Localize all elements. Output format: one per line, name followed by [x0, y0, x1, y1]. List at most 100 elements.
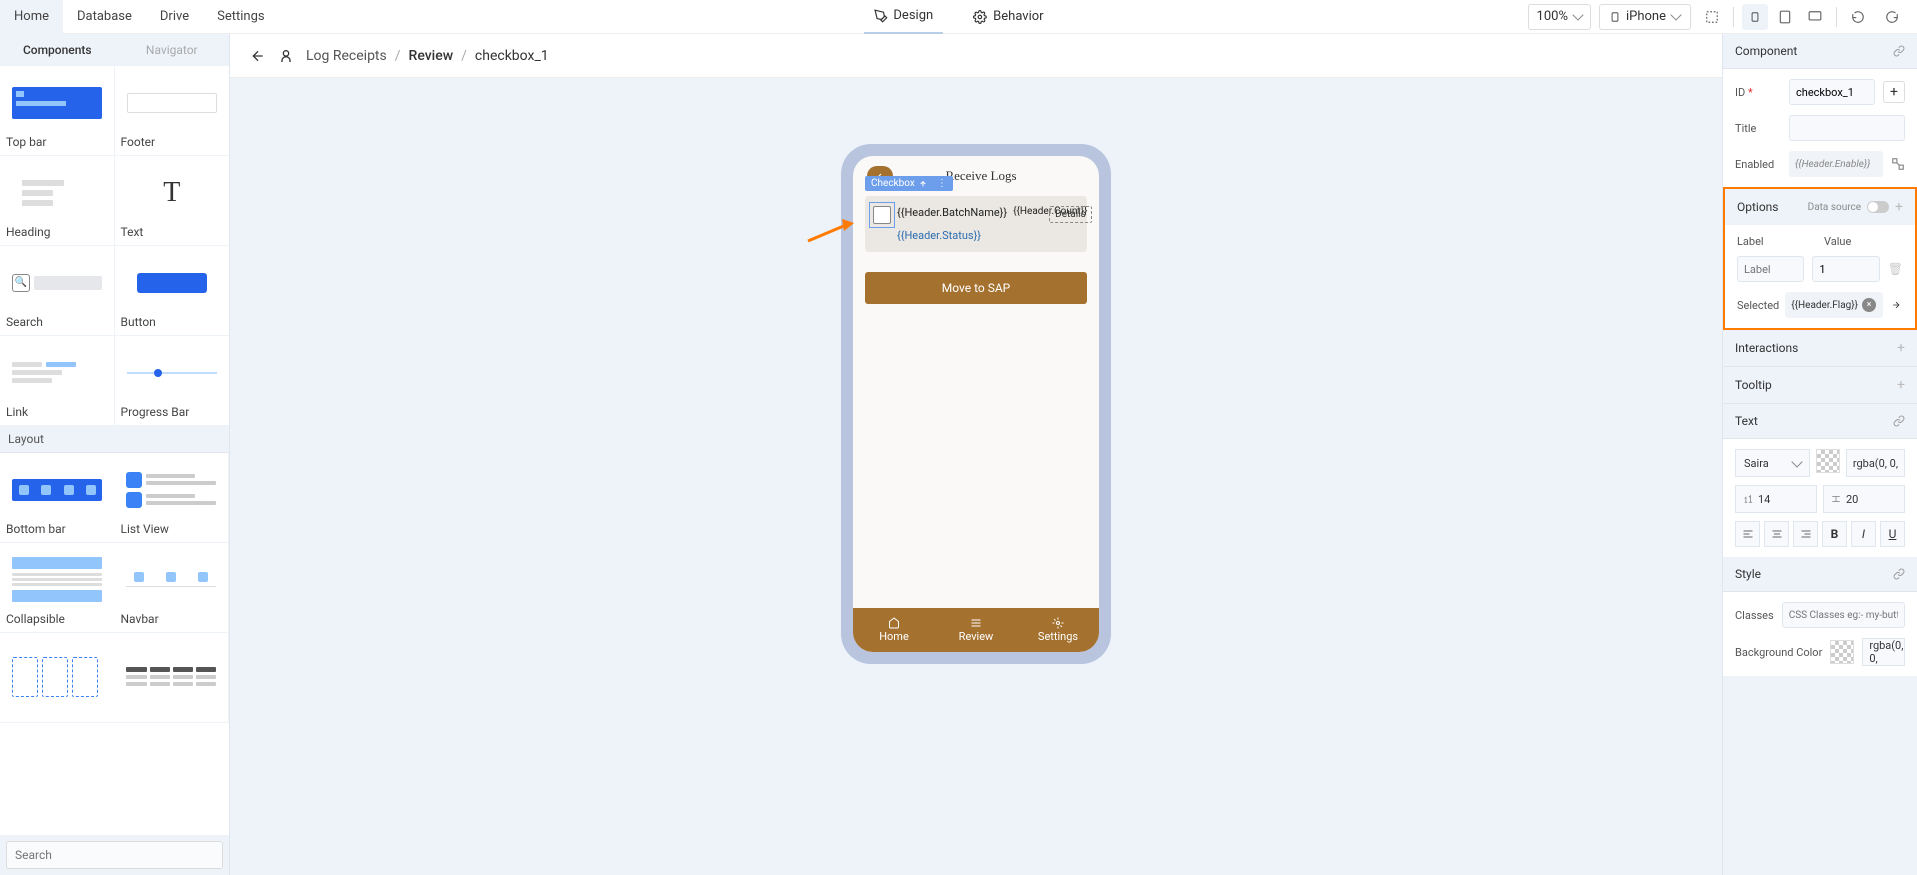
- phone-nav-review[interactable]: Review: [935, 608, 1017, 652]
- undo-icon: [1850, 10, 1866, 24]
- selection-tag[interactable]: Checkbox ⋮: [865, 176, 953, 191]
- tablet-icon: [1778, 10, 1792, 24]
- breadcrumb-root[interactable]: Log Receipts: [306, 48, 387, 64]
- enabled-input[interactable]: {{Header.Enable}}: [1789, 151, 1883, 177]
- link-icon[interactable]: [1893, 415, 1905, 427]
- binding-icon[interactable]: [1891, 157, 1905, 171]
- component-button[interactable]: Button: [115, 246, 230, 336]
- text-color-value[interactable]: rgba(0, 0,: [1846, 449, 1905, 477]
- font-size-icon: [1742, 494, 1754, 504]
- component-blank1[interactable]: [0, 633, 115, 723]
- menu-settings[interactable]: Settings: [203, 0, 278, 34]
- phone-checkbox[interactable]: [873, 206, 891, 224]
- back-arrow-icon[interactable]: [250, 48, 266, 64]
- font-size-input[interactable]: 14: [1735, 485, 1817, 513]
- classes-input[interactable]: [1782, 602, 1905, 628]
- selected-binding-chip[interactable]: {{Header.Flag}} ×: [1785, 292, 1883, 318]
- component-navbar[interactable]: Navbar: [115, 543, 230, 633]
- zoom-select[interactable]: 100%: [1528, 4, 1591, 30]
- section-tooltip[interactable]: Tooltip +: [1723, 367, 1917, 404]
- bold-button[interactable]: B: [1822, 521, 1847, 547]
- menu-home[interactable]: Home: [0, 0, 63, 34]
- add-id-button[interactable]: +: [1883, 81, 1905, 103]
- phone-list-card: Checkbox ⋮ {{Header.BatchName}} {{: [865, 196, 1087, 252]
- undo-button[interactable]: [1845, 4, 1871, 30]
- tab-components[interactable]: Components: [0, 34, 115, 66]
- component-search[interactable]: 🔍Search: [0, 246, 115, 336]
- tab-behavior[interactable]: Behavior: [963, 0, 1053, 34]
- section-text: Text: [1723, 404, 1917, 439]
- phone-bottom-nav: Home Review Settings: [853, 608, 1099, 652]
- canvas-header: Log Receipts / Review / checkbox_1: [230, 34, 1722, 78]
- arrow-up-icon: [919, 180, 927, 188]
- plus-icon[interactable]: +: [1897, 377, 1905, 393]
- chevron-down-icon: [1791, 456, 1802, 467]
- link-icon[interactable]: [1893, 568, 1905, 580]
- trash-icon[interactable]: 🗑: [1888, 262, 1903, 276]
- line-height-input[interactable]: 20: [1823, 485, 1905, 513]
- list-icon: [969, 617, 983, 629]
- viewport-desktop-button[interactable]: [1802, 4, 1828, 30]
- component-footer[interactable]: Footer: [115, 66, 230, 156]
- component-search-input[interactable]: [6, 841, 223, 869]
- section-options: Options: [1737, 200, 1779, 214]
- align-left-icon: [1741, 528, 1755, 540]
- phone-icon: [1610, 10, 1620, 24]
- gear-icon: [1051, 617, 1065, 629]
- menu-drive[interactable]: Drive: [146, 0, 203, 34]
- add-option-button[interactable]: +: [1895, 199, 1903, 215]
- component-progressbar[interactable]: Progress Bar: [115, 336, 230, 426]
- component-text[interactable]: TText: [115, 156, 230, 246]
- phone-batchname: {{Header.BatchName}}: [897, 206, 1007, 219]
- phone-frame: Receive Logs Checkbox ⋮: [841, 144, 1111, 664]
- phone-nav-settings[interactable]: Settings: [1017, 608, 1099, 652]
- tab-navigator[interactable]: Navigator: [115, 34, 230, 66]
- clear-icon[interactable]: ×: [1862, 298, 1876, 312]
- data-source-toggle[interactable]: [1867, 201, 1889, 213]
- viewport-tablet-button[interactable]: [1772, 4, 1798, 30]
- arrow-right-icon[interactable]: [1889, 300, 1903, 310]
- plus-icon[interactable]: +: [1897, 340, 1905, 356]
- id-input[interactable]: [1789, 79, 1875, 105]
- redo-icon: [1884, 10, 1900, 24]
- underline-button[interactable]: U: [1880, 521, 1905, 547]
- component-topbar[interactable]: Top bar: [0, 66, 115, 156]
- component-bottombar[interactable]: Bottom bar: [0, 453, 115, 543]
- component-heading[interactable]: Heading: [0, 156, 115, 246]
- font-select[interactable]: Saira: [1735, 449, 1810, 477]
- component-listview[interactable]: List View: [115, 453, 230, 543]
- component-collapsible[interactable]: Collapsible: [0, 543, 115, 633]
- options-highlight-box: Options Data source + Label Value 🗑 Sele…: [1723, 187, 1917, 330]
- section-component: Component: [1723, 34, 1917, 69]
- component-blank2[interactable]: [115, 633, 230, 723]
- option-value-input[interactable]: [1812, 256, 1879, 282]
- design-icon: [873, 9, 887, 23]
- option-label-input[interactable]: [1737, 256, 1804, 282]
- link-icon[interactable]: [1893, 45, 1905, 57]
- align-right-button[interactable]: [1793, 521, 1818, 547]
- bg-color-chip[interactable]: [1830, 640, 1854, 664]
- phone-move-button[interactable]: Move to SAP: [865, 272, 1087, 304]
- gear-icon: [973, 10, 987, 24]
- redo-button[interactable]: [1879, 4, 1905, 30]
- device-select[interactable]: iPhone: [1599, 4, 1691, 30]
- align-center-button[interactable]: [1764, 521, 1789, 547]
- menu-database[interactable]: Database: [63, 0, 146, 34]
- section-interactions[interactable]: Interactions +: [1723, 330, 1917, 367]
- component-link[interactable]: Link: [0, 336, 115, 426]
- viewport-mobile-button[interactable]: [1742, 4, 1768, 30]
- title-input[interactable]: [1789, 115, 1905, 141]
- section-layout: Layout: [0, 426, 229, 453]
- phone-nav-home[interactable]: Home: [853, 608, 935, 652]
- phone-details-button[interactable]: Details: [1049, 206, 1092, 223]
- italic-button[interactable]: I: [1851, 521, 1876, 547]
- text-color-chip[interactable]: [1816, 449, 1840, 473]
- bg-color-value[interactable]: rgba(0, 0,: [1862, 638, 1905, 666]
- tab-design[interactable]: Design: [863, 0, 943, 34]
- chevron-down-icon: [1572, 9, 1583, 20]
- breadcrumb-leaf: checkbox_1: [475, 48, 549, 64]
- responsive-auto-button[interactable]: [1699, 4, 1725, 30]
- align-left-button[interactable]: [1735, 521, 1760, 547]
- left-sidebar: Components Navigator Top bar Footer Head…: [0, 34, 230, 875]
- breadcrumb-mid[interactable]: Review: [409, 48, 454, 64]
